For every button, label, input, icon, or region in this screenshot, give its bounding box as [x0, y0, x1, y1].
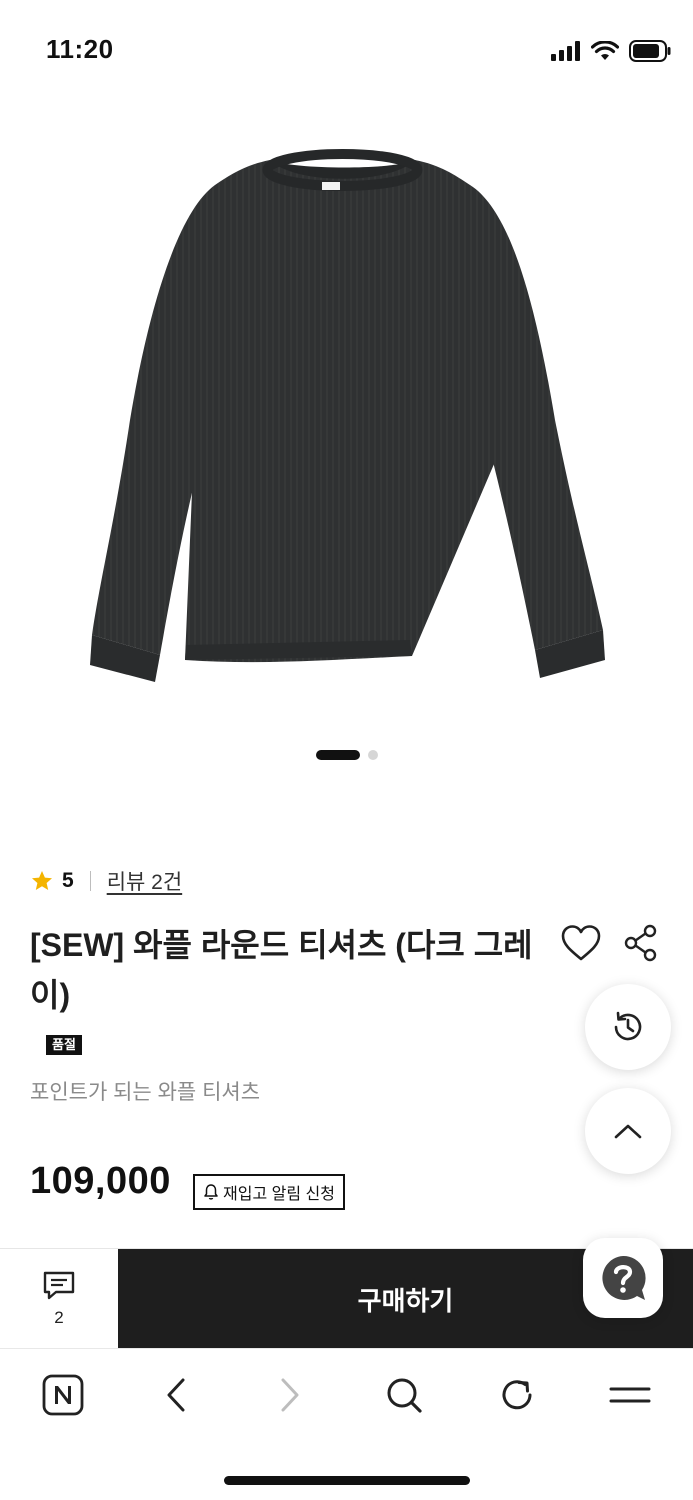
- recent-history-button[interactable]: [585, 984, 671, 1070]
- carousel-dot-active[interactable]: [315, 750, 360, 760]
- menu-icon: [609, 1387, 651, 1403]
- scroll-top-button[interactable]: [585, 1088, 671, 1174]
- product-price: 109,000: [30, 1160, 171, 1202]
- carousel-indicator: [0, 750, 693, 760]
- search-icon: [387, 1378, 422, 1413]
- home-indicator: [224, 1476, 470, 1485]
- browser-back-button[interactable]: [152, 1371, 200, 1419]
- history-icon: [614, 1011, 642, 1041]
- chat-icon: [43, 1271, 75, 1300]
- inquiry-button[interactable]: 2: [0, 1249, 118, 1349]
- back-icon: [167, 1378, 185, 1412]
- carousel-dot[interactable]: [367, 750, 378, 760]
- bell-icon: [204, 1184, 218, 1200]
- help-icon: [602, 1255, 646, 1300]
- status-bar: 11:20: [0, 0, 693, 100]
- product-title: [SEW] 와플 라운드 티셔츠 (다크 그레이): [30, 927, 533, 1013]
- naver-home-icon: [42, 1374, 84, 1416]
- wifi-icon: [591, 41, 619, 60]
- refresh-icon: [502, 1380, 532, 1410]
- product-subtitle: 포인트가 되는 와플 티셔츠: [30, 1081, 261, 1104]
- signal-icon: [551, 41, 580, 61]
- browser-menu-button[interactable]: [606, 1371, 654, 1419]
- heart-icon[interactable]: [560, 924, 602, 962]
- browser-refresh-button[interactable]: [493, 1371, 541, 1419]
- browser-home-button[interactable]: [39, 1371, 87, 1419]
- share-icon[interactable]: [624, 924, 658, 962]
- browser-forward-button[interactable]: [266, 1371, 314, 1419]
- browser-toolbar: [0, 1348, 693, 1438]
- restock-alert-button[interactable]: 재입고 알림 신청: [193, 1174, 345, 1210]
- star-icon: [32, 871, 52, 890]
- battery-icon: [629, 40, 671, 62]
- forward-icon: [281, 1378, 299, 1412]
- status-icons: [551, 40, 671, 62]
- soldout-badge: 품절: [46, 1035, 82, 1055]
- product-image[interactable]: [0, 100, 693, 740]
- title-actions: [560, 924, 658, 962]
- rating-value: 5: [62, 869, 74, 892]
- help-button[interactable]: [583, 1238, 663, 1318]
- divider: [89, 871, 91, 891]
- status-time: 11:20: [46, 34, 114, 64]
- browser-search-button[interactable]: [380, 1371, 428, 1419]
- chevron-up-icon: [614, 1124, 642, 1139]
- review-count-link[interactable]: 리뷰 2건: [107, 866, 182, 896]
- inquiry-count: 2: [54, 1308, 64, 1327]
- restock-alert-label: 재입고 알림 신청: [223, 1186, 335, 1203]
- rating-row: 5 리뷰 2건: [30, 866, 182, 896]
- product-photo: [90, 149, 605, 682]
